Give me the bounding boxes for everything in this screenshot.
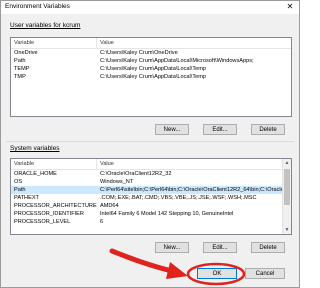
ok-highlight-circle xyxy=(186,262,246,286)
annotation-overlay xyxy=(109,248,246,286)
red-arrow-icon xyxy=(109,248,188,279)
